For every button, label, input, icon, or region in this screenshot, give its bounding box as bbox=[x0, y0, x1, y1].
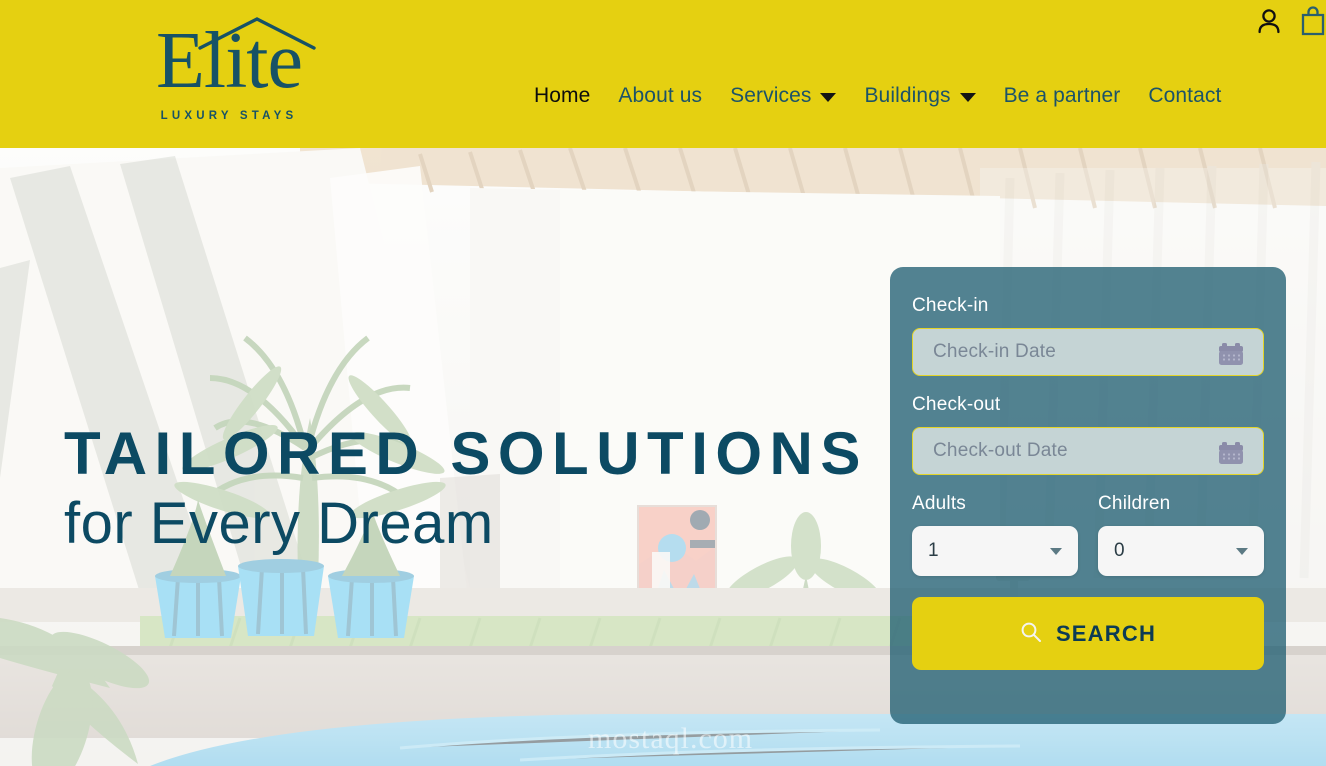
children-label: Children bbox=[1098, 493, 1171, 514]
checkin-date-placeholder: Check-in Date bbox=[933, 341, 1056, 362]
nav-label-contact: Contact bbox=[1148, 84, 1222, 107]
headline-line-1: TAILORED SOLUTIONS bbox=[64, 420, 868, 487]
nav-label-services: Services bbox=[730, 84, 812, 107]
nav-item-about-us[interactable]: About us bbox=[604, 84, 716, 108]
children-value: 0 bbox=[1114, 540, 1125, 561]
children-select[interactable]: 0 bbox=[1098, 526, 1264, 576]
adults-label: Adults bbox=[912, 493, 967, 514]
nav-label-be-a-partner: Be a partner bbox=[1003, 84, 1121, 107]
headline-line-2: for Every Dream bbox=[64, 491, 494, 556]
nav-item-home[interactable]: Home bbox=[520, 84, 604, 108]
logo-wordmark: Elite bbox=[155, 17, 303, 105]
nav-item-buildings[interactable]: Buildings bbox=[850, 84, 989, 108]
hero-headline: TAILORED SOLUTIONS for Every Dream bbox=[64, 418, 868, 560]
checkout-date-placeholder: Check-out Date bbox=[933, 440, 1068, 461]
shopping-bag-icon[interactable] bbox=[1300, 6, 1326, 36]
checkin-date-input[interactable]: Check-in Date bbox=[912, 328, 1264, 376]
checkin-label: Check-in bbox=[912, 295, 989, 316]
site-logo[interactable]: Elite LUXURY STAYS bbox=[140, 10, 318, 130]
account-icon[interactable] bbox=[1256, 7, 1282, 35]
calendar-icon[interactable] bbox=[1216, 340, 1246, 373]
nav-label-buildings: Buildings bbox=[864, 84, 951, 107]
search-button-label: SEARCH bbox=[1055, 620, 1157, 646]
site-header: Elite LUXURY STAYS Home About us Service… bbox=[0, 0, 1326, 148]
adults-value: 1 bbox=[928, 540, 939, 561]
children-field: Children 0 bbox=[1098, 493, 1264, 576]
chevron-down-icon bbox=[820, 93, 837, 102]
nav-item-services[interactable]: Services bbox=[716, 84, 850, 108]
nav-label-home: Home bbox=[534, 84, 591, 107]
nav-item-contact[interactable]: Contact bbox=[1134, 84, 1235, 108]
guests-row: Adults 1 Children 0 bbox=[912, 493, 1264, 576]
search-button[interactable]: SEARCH bbox=[912, 597, 1264, 670]
main-navigation: Home About us Services Buildings Be a pa… bbox=[520, 84, 1235, 108]
adults-field: Adults 1 bbox=[912, 493, 1078, 576]
nav-label-about-us: About us bbox=[618, 84, 703, 107]
chevron-down-icon bbox=[1050, 548, 1062, 555]
chevron-down-icon bbox=[959, 93, 976, 102]
nav-item-be-a-partner[interactable]: Be a partner bbox=[990, 84, 1135, 108]
chevron-down-icon bbox=[1236, 548, 1248, 555]
checkout-date-input[interactable]: Check-out Date bbox=[912, 427, 1264, 475]
search-icon bbox=[1020, 621, 1042, 646]
checkout-label: Check-out bbox=[912, 394, 1001, 415]
header-icon-group bbox=[1256, 6, 1326, 36]
logo-tagline: LUXURY STAYS bbox=[160, 110, 298, 122]
calendar-icon[interactable] bbox=[1216, 439, 1246, 472]
landing-page: mostaql.com TAILORED SOLUTIONS for Every… bbox=[0, 0, 1326, 766]
adults-select[interactable]: 1 bbox=[912, 526, 1078, 576]
booking-search-panel: Check-in Check-in Date Check-out Check-o… bbox=[890, 267, 1286, 724]
image-watermark: mostaql.com bbox=[588, 722, 754, 755]
